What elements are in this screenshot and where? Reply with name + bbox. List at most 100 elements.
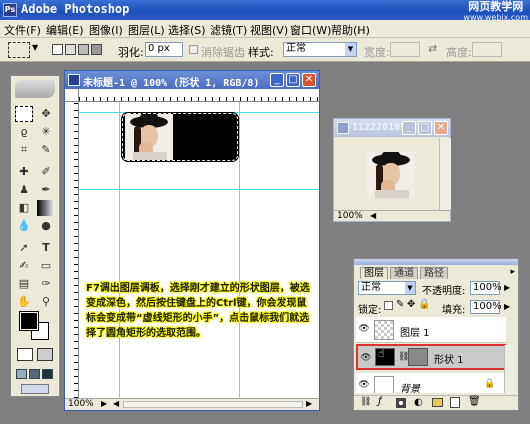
imageready-jump-icon[interactable] <box>21 384 49 394</box>
type-icon[interactable]: T <box>37 240 55 256</box>
hand-icon[interactable]: ✋ <box>15 294 33 310</box>
quickmask-mode-icon[interactable] <box>37 348 53 361</box>
menu-window[interactable]: 窗口(W) <box>290 22 331 38</box>
vertical-ruler <box>65 102 79 398</box>
path-select-icon[interactable]: ➚ <box>15 240 33 256</box>
brush-icon[interactable]: ✐ <box>37 164 55 180</box>
layers-scrollbar[interactable] <box>504 345 516 393</box>
width-input[interactable] <box>390 42 420 57</box>
slice-icon[interactable]: ✎ <box>37 142 55 158</box>
menu-help[interactable]: 帮助(H) <box>331 22 370 38</box>
eyedropper-icon[interactable]: ✑ <box>37 276 55 292</box>
healing-icon[interactable]: ✚ <box>15 164 33 180</box>
photo-canvas-area[interactable] <box>335 138 439 210</box>
lock-all-icon[interactable]: 🔒 <box>418 299 430 310</box>
marquee-tool-preset-icon[interactable] <box>8 42 30 58</box>
visibility-eye-icon[interactable]: 👁 <box>360 352 372 364</box>
height-input[interactable] <box>472 42 502 57</box>
scroll-left-icon[interactable]: ◀ <box>370 211 376 220</box>
notes-icon[interactable]: ▤ <box>15 276 33 292</box>
dodge-icon[interactable]: ● <box>37 218 55 234</box>
rect-marquee-icon[interactable] <box>15 106 33 122</box>
crop-icon[interactable]: ⌗ <box>15 142 33 158</box>
menu-image[interactable]: 图像(I) <box>89 22 123 38</box>
new-layer-icon[interactable] <box>450 397 460 408</box>
document-title-bar[interactable]: 1122201057... <box>334 119 450 137</box>
fill-input[interactable]: 100% <box>470 300 502 314</box>
close-button[interactable]: ✕ <box>302 73 316 87</box>
width-label: 宽度: <box>364 46 390 59</box>
blend-mode-select[interactable]: 正常 ▼ <box>358 281 416 295</box>
magic-wand-icon[interactable]: ✳ <box>37 124 55 140</box>
pen-icon[interactable]: ✍ <box>15 258 33 274</box>
trash-icon[interactable]: 🗑 <box>468 396 481 407</box>
style-select[interactable]: 正常 ▼ <box>283 42 357 57</box>
chevron-down-icon: ▼ <box>345 43 356 56</box>
minimize-button[interactable]: _ <box>270 73 284 87</box>
fill-arrow-icon[interactable]: ▶ <box>504 302 510 311</box>
standard-mode-icon[interactable] <box>17 348 33 361</box>
intersect-selection-icon[interactable] <box>91 44 102 55</box>
layer-row-selected[interactable]: 👁 ☝ ⛓ 形状 1 <box>356 344 506 370</box>
menu-file[interactable]: 文件(F) <box>4 22 41 38</box>
menu-view[interactable]: 视图(V) <box>250 22 288 38</box>
adjustment-layer-icon[interactable]: ◐ <box>414 397 423 408</box>
feather-input[interactable]: 0 px <box>145 42 183 57</box>
visibility-eye-icon[interactable]: 👁 <box>358 379 370 391</box>
maximize-button[interactable]: □ <box>418 121 432 135</box>
opacity-arrow-icon[interactable]: ▶ <box>504 283 510 292</box>
document-canvas[interactable]: F7调出图层调板，选择刚才建立的形状图层，被选变成深色，然后按住键盘上的Ctrl… <box>79 102 319 398</box>
link-layers-icon[interactable]: ⛓ <box>360 397 371 407</box>
gradient-icon[interactable] <box>37 200 55 216</box>
close-button[interactable]: ✕ <box>434 121 448 135</box>
tab-layers[interactable]: 图层 <box>360 267 388 279</box>
lock-pixels-icon[interactable]: ✎ <box>396 299 404 310</box>
woman-photo-thumbnail <box>125 114 173 160</box>
menu-layer[interactable]: 图层(L) <box>128 22 165 38</box>
zoom-level[interactable]: 100% <box>68 399 94 409</box>
zoom-icon[interactable]: ⚲ <box>37 294 55 310</box>
new-selection-icon[interactable] <box>52 44 63 55</box>
eraser-icon[interactable]: ◧ <box>15 200 33 216</box>
antialias-checkbox[interactable] <box>189 45 198 54</box>
horizontal-scrollbar[interactable] <box>123 401 303 408</box>
foreground-color-swatch[interactable] <box>19 311 39 331</box>
lock-transparency-icon[interactable] <box>384 301 393 310</box>
screen-mode-2-icon[interactable] <box>29 369 40 379</box>
move-icon[interactable]: ✥ <box>37 106 55 122</box>
tab-paths[interactable]: 路径 <box>420 267 448 279</box>
add-mask-icon[interactable] <box>396 398 406 408</box>
new-group-icon[interactable] <box>432 398 443 407</box>
menu-edit[interactable]: 编辑(E) <box>46 22 84 38</box>
status-arrow-icon[interactable]: ▶ <box>101 399 107 408</box>
swap-dimensions-icon[interactable]: ⇄ <box>428 42 437 55</box>
scroll-left-icon[interactable]: ◀ <box>113 399 119 408</box>
blend-mode-value: 正常 <box>361 282 381 293</box>
screen-mode-3-icon[interactable] <box>42 369 53 379</box>
lock-position-icon[interactable]: ✥ <box>407 299 415 310</box>
maximize-button[interactable]: □ <box>286 73 300 87</box>
tab-channels[interactable]: 通道 <box>390 267 418 279</box>
panel-menu-icon[interactable]: ▸ <box>510 267 515 277</box>
add-selection-icon[interactable] <box>65 44 76 55</box>
layer-style-icon[interactable]: ƒ <box>378 396 382 407</box>
zoom-level[interactable]: 100% <box>337 211 363 221</box>
blur-icon[interactable]: 💧 <box>15 218 33 234</box>
screen-mode-1-icon[interactable] <box>16 369 27 379</box>
subtract-selection-icon[interactable] <box>78 44 89 55</box>
menu-select[interactable]: 选择(S) <box>168 22 206 38</box>
stamp-icon[interactable]: ♟ <box>15 182 33 198</box>
scroll-right-icon[interactable]: ▶ <box>306 399 312 408</box>
lasso-icon[interactable]: ϱ <box>15 124 33 140</box>
layer-row[interactable]: 👁 图层 1 <box>356 317 506 343</box>
minimize-button[interactable]: _ <box>402 121 416 135</box>
opacity-input[interactable]: 100% <box>470 281 502 295</box>
visibility-eye-icon[interactable]: 👁 <box>358 323 370 335</box>
history-brush-icon[interactable]: ✒ <box>37 182 55 198</box>
vertical-scrollbar[interactable] <box>439 138 451 210</box>
menu-filter[interactable]: 滤镜(T) <box>210 22 247 38</box>
style-select-value: 正常 <box>286 43 306 54</box>
preset-dropdown-icon[interactable]: ▼ <box>32 43 38 52</box>
layer-row[interactable]: 👁 背景 🔒 <box>356 373 506 393</box>
shape-icon[interactable]: ▭ <box>37 258 55 274</box>
